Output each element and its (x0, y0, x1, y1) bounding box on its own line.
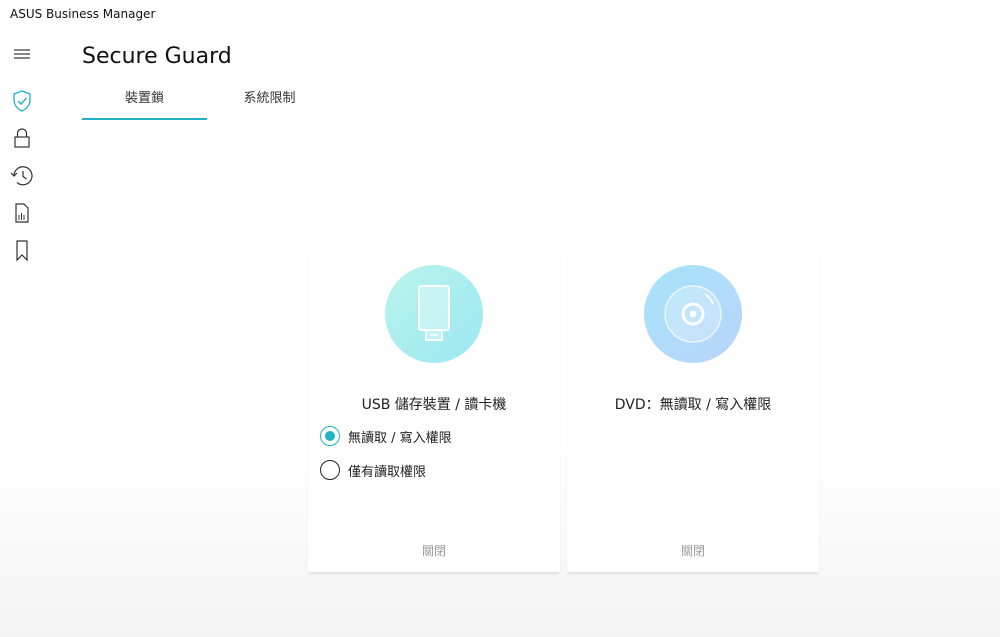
dvd-icon-circle (644, 265, 742, 363)
usb-option-no-read-write[interactable]: 無讀取 / 寫入權限 (320, 425, 452, 447)
usb-icon-circle (385, 265, 483, 363)
lock-icon (14, 128, 30, 148)
usb-option-no-read-write-label: 無讀取 / 寫入權限 (348, 430, 452, 446)
usb-drive-icon (418, 285, 450, 341)
sidebar-item-secure-guard[interactable] (8, 87, 36, 115)
disc-icon (664, 285, 722, 343)
sidebar-item-lock[interactable] (8, 124, 36, 152)
sidebar-item-bookmark[interactable] (8, 237, 36, 265)
shield-check-icon (13, 90, 31, 112)
tab-system-restriction[interactable]: 系統限制 (207, 88, 332, 120)
sidebar-item-history[interactable] (8, 162, 36, 190)
dvd-card: DVD：無讀取 / 寫入權限 關閉 (567, 250, 819, 572)
usb-close-button[interactable]: 關閉 (308, 542, 560, 559)
app-title: ASUS Business Manager (10, 7, 156, 21)
page-title: Secure Guard (82, 44, 232, 69)
radio-button-checked[interactable] (320, 426, 340, 446)
usb-option-read-only-label: 僅有讀取權限 (348, 464, 427, 480)
bookmark-icon (16, 240, 28, 262)
tab-device-lock[interactable]: 裝置鎖 (82, 88, 207, 120)
history-icon (10, 166, 33, 186)
document-icon (15, 203, 29, 223)
radio-button-unchecked[interactable] (320, 460, 340, 480)
usb-option-read-only[interactable]: 僅有讀取權限 (320, 459, 426, 481)
usb-card-title: USB 儲存裝置 / 讀卡機 (361, 397, 507, 413)
menu-icon (14, 49, 30, 59)
usb-storage-card: USB 儲存裝置 / 讀卡機 無讀取 / 寫入權限 僅有讀取權限 關閉 (308, 250, 560, 572)
sidebar-item-document[interactable] (8, 199, 36, 227)
dvd-close-button[interactable]: 關閉 (567, 542, 819, 559)
menu-button[interactable] (8, 40, 36, 68)
dvd-card-title: DVD：無讀取 / 寫入權限 (614, 397, 772, 413)
